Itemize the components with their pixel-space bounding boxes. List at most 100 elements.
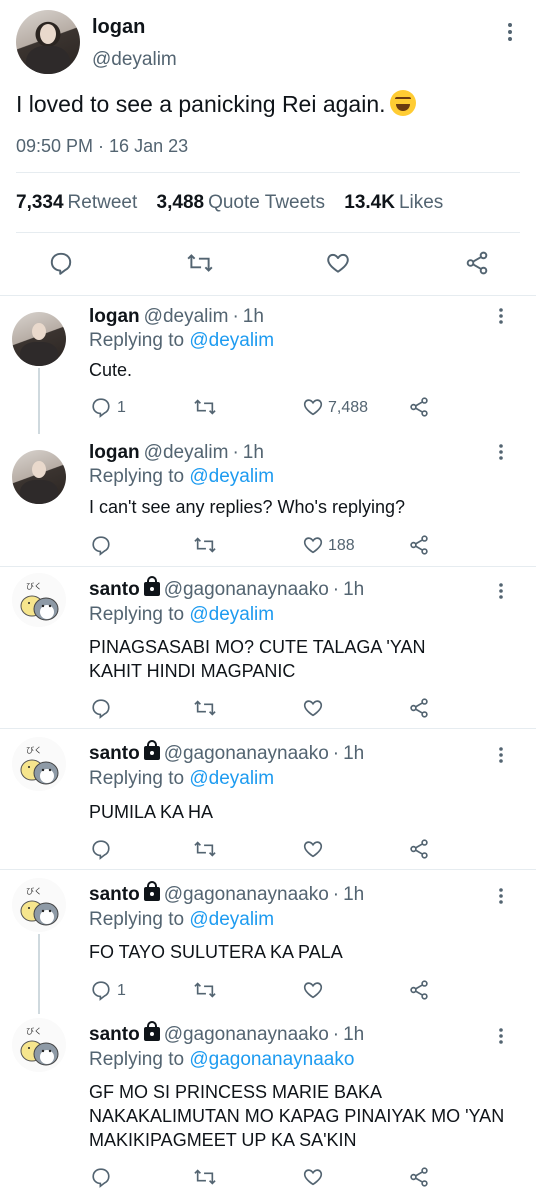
reply-time[interactable]: 1h — [243, 306, 264, 327]
retweet-icon[interactable] — [193, 396, 217, 423]
reply-icon[interactable] — [90, 1166, 112, 1193]
lock-icon — [143, 881, 160, 901]
reply-author-handle[interactable]: @gagonanaynaako — [164, 884, 329, 905]
reply-actions — [0, 838, 536, 862]
reply-author-handle[interactable]: @gagonanaynaako — [164, 1024, 329, 1045]
reply-tweet[interactable]: びく santo @gagonanaynaako · 1h Replying to @… — [0, 870, 536, 1008]
reply-time[interactable]: 1h — [343, 579, 364, 600]
reply-icon[interactable] — [90, 396, 112, 423]
laughing-emoji-icon — [389, 90, 416, 116]
replying-to-label: Replying to — [89, 466, 185, 487]
quote-label[interactable]: Quote Tweets — [208, 192, 325, 213]
avatar[interactable] — [12, 450, 66, 504]
retweet-icon[interactable] — [193, 697, 217, 724]
retweet-icon[interactable] — [193, 534, 217, 561]
more-options-icon[interactable] — [495, 306, 507, 330]
avatar[interactable] — [12, 312, 66, 366]
reply-tweet[interactable]: びく santo @gagonanaynaako · 1h Replying to @… — [0, 1010, 536, 1200]
reply-author-name[interactable]: santo — [89, 579, 140, 600]
retweet-icon[interactable] — [186, 250, 214, 281]
likes-count[interactable]: 13.4K — [344, 192, 395, 213]
reply-author-handle[interactable]: @gagonanaynaako — [164, 579, 329, 600]
reply-tweet[interactable]: びく santo @gagonanaynaako · 1h Replying to @… — [0, 567, 536, 727]
like-heart-icon[interactable] — [302, 697, 324, 724]
divider — [16, 232, 520, 233]
reply-icon[interactable] — [48, 250, 74, 281]
retweet-label[interactable]: Retweet — [68, 192, 138, 213]
separator-dot: · — [332, 579, 340, 600]
avatar[interactable]: びく — [12, 878, 66, 932]
reply-time[interactable]: 1h — [343, 884, 364, 905]
retweet-icon[interactable] — [193, 838, 217, 865]
more-options-icon[interactable] — [495, 581, 507, 605]
retweet-icon[interactable] — [193, 1166, 217, 1193]
replying-to-mention[interactable]: @deyalim — [189, 330, 274, 351]
retweet-icon[interactable] — [193, 979, 217, 1006]
reply-time[interactable]: 1h — [243, 442, 264, 463]
like-heart-icon[interactable] — [302, 838, 324, 865]
reply-author-handle[interactable]: @deyalim — [144, 442, 229, 463]
like-heart-icon[interactable] — [302, 979, 324, 1006]
reply-header: santo @gagonanaynaako · 1h — [89, 1021, 364, 1046]
share-icon[interactable] — [408, 534, 430, 561]
replying-to-mention[interactable]: @deyalim — [189, 768, 274, 789]
avatar[interactable]: びく — [12, 573, 66, 627]
author-name[interactable]: logan — [92, 16, 145, 39]
share-icon[interactable] — [408, 396, 430, 423]
reply-icon[interactable] — [90, 534, 112, 561]
reply-text: GF MO SI PRINCESS MARIE BAKA NAKAKALIMUT… — [89, 1082, 505, 1150]
divider — [16, 172, 520, 173]
author-handle[interactable]: @deyalim — [92, 49, 177, 71]
more-options-icon[interactable] — [495, 745, 507, 769]
share-icon[interactable] — [408, 979, 430, 1006]
separator-dot: · — [332, 884, 340, 905]
reply-author-name[interactable]: santo — [89, 1024, 140, 1045]
more-options-icon[interactable] — [495, 886, 507, 910]
share-icon[interactable] — [408, 697, 430, 724]
retweet-count[interactable]: 7,334 — [16, 192, 64, 213]
likes-label[interactable]: Likes — [399, 192, 443, 213]
like-heart-icon[interactable] — [302, 534, 324, 561]
share-icon[interactable] — [408, 1166, 430, 1193]
like-heart-icon[interactable] — [302, 396, 324, 423]
replying-to-mention[interactable]: @deyalim — [189, 604, 274, 625]
reply-author-name[interactable]: santo — [89, 884, 140, 905]
svg-text:びく: びく — [26, 887, 42, 896]
like-heart-icon[interactable] — [302, 1166, 324, 1193]
tweet-timestamp[interactable]: 09:50 PM · 16 Jan 23 — [16, 136, 188, 157]
separator-dot: · — [232, 306, 239, 327]
reply-tweet[interactable]: logan @deyalim · 1h Replying to @deyalim Cu… — [0, 296, 536, 432]
reply-author-name[interactable]: santo — [89, 743, 140, 764]
more-options-icon[interactable] — [495, 442, 507, 466]
reply-icon[interactable] — [90, 697, 112, 724]
avatar[interactable] — [16, 10, 80, 74]
reply-tweet[interactable]: びく santo @gagonanaynaako · 1h Replying to @… — [0, 729, 536, 869]
svg-text:びく: びく — [26, 582, 42, 591]
reply-time[interactable]: 1h — [343, 743, 364, 764]
share-icon[interactable] — [408, 838, 430, 865]
separator-dot: · — [332, 1024, 340, 1045]
reply-text: Cute. — [89, 360, 133, 380]
replying-to-mention[interactable]: @deyalim — [189, 909, 274, 930]
avatar[interactable]: びく — [12, 737, 66, 791]
reply-time[interactable]: 1h — [343, 1024, 364, 1045]
reply-icon[interactable] — [90, 838, 112, 865]
reply-author-handle[interactable]: @gagonanaynaako — [164, 743, 329, 764]
replying-to: Replying to @deyalim — [89, 909, 274, 931]
reply-author-name[interactable]: logan — [89, 442, 140, 463]
replying-to-mention[interactable]: @gagonanaynaako — [189, 1049, 354, 1070]
replying-to-mention[interactable]: @deyalim — [189, 466, 274, 487]
reply-author-name[interactable]: logan — [89, 306, 140, 327]
more-options-icon[interactable] — [495, 1026, 507, 1050]
share-icon[interactable] — [464, 250, 490, 281]
replying-to-label: Replying to — [89, 1049, 185, 1070]
more-options-icon[interactable] — [503, 20, 517, 48]
tweet-stats: 7,334 Retweet 3,488 Quote Tweets 13.4K Like… — [16, 192, 457, 214]
avatar[interactable]: びく — [12, 1018, 66, 1072]
quote-count[interactable]: 3,488 — [157, 192, 205, 213]
like-count: 188 — [328, 537, 355, 554]
reply-icon[interactable] — [90, 979, 112, 1006]
like-heart-icon[interactable] — [325, 250, 351, 281]
reply-tweet[interactable]: logan @deyalim · 1h Replying to @deyalim I … — [0, 434, 536, 566]
reply-author-handle[interactable]: @deyalim — [144, 306, 229, 327]
